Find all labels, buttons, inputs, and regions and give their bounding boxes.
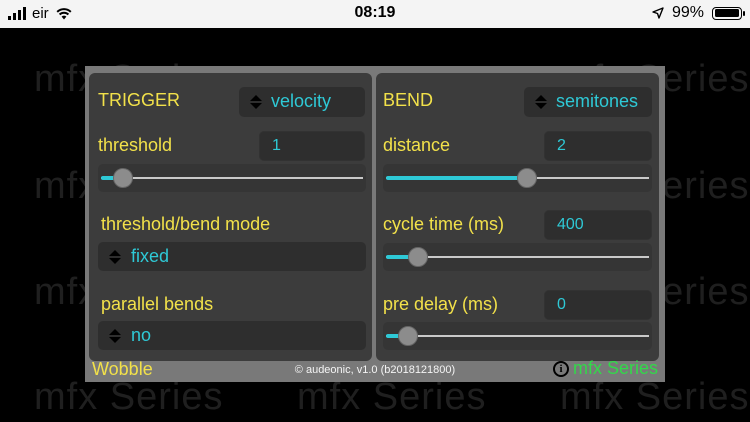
info-icon[interactable]: i — [552, 360, 569, 377]
location-arrow-icon — [652, 7, 664, 19]
bend-unit-select[interactable]: semitones — [524, 87, 652, 117]
pre-delay-label: pre delay (ms) — [383, 294, 499, 314]
brand-label[interactable]: mfx Series — [573, 358, 658, 379]
slider-track — [386, 335, 649, 337]
battery-percent: 99% — [671, 4, 704, 21]
plugin-panel: TRIGGER velocity threshold 1 threshold/b… — [85, 66, 665, 382]
parallel-bends-select[interactable]: no — [98, 321, 366, 350]
status-time: 08:19 — [354, 4, 396, 21]
footer-brand: i mfx Series — [552, 358, 658, 379]
trigger-mode-value: velocity — [271, 91, 332, 111]
watermark-text: mfx Series — [560, 376, 750, 418]
bend-unit-value: semitones — [556, 91, 639, 111]
trigger-title: TRIGGER — [98, 90, 181, 110]
threshold-field[interactable]: 1 — [259, 131, 365, 161]
up-down-arrows-icon — [535, 95, 547, 109]
distance-slider[interactable] — [383, 164, 652, 192]
pre-delay-slider[interactable] — [383, 322, 652, 350]
slider-track — [101, 177, 363, 179]
watermark-text: mfx Series — [297, 376, 487, 418]
battery-icon — [712, 6, 745, 20]
status-bar: eir 08:19 99% — [0, 0, 750, 28]
slider-knob[interactable] — [517, 168, 538, 188]
slider-fill — [386, 176, 528, 180]
up-down-arrows-icon — [109, 328, 121, 343]
watermark-text: mfx Series — [34, 376, 224, 418]
distance-label: distance — [383, 135, 451, 155]
slider-knob[interactable] — [407, 247, 428, 267]
up-down-arrows-icon — [250, 95, 262, 109]
bend-mode-value: fixed — [131, 246, 170, 266]
slider-knob[interactable] — [398, 326, 419, 346]
threshold-label: threshold — [98, 135, 173, 155]
pre-delay-field[interactable]: 0 — [544, 290, 652, 320]
bend-title: BEND — [383, 90, 434, 110]
status-right: 99% — [652, 4, 745, 22]
cycle-time-field[interactable]: 400 — [544, 210, 652, 240]
cycle-time-slider[interactable] — [383, 243, 652, 271]
parallel-bends-label: parallel bends — [101, 294, 214, 314]
bend-mode-select[interactable]: fixed — [98, 242, 366, 271]
bend-mode-label: threshold/bend mode — [101, 214, 271, 234]
threshold-slider[interactable] — [98, 164, 366, 192]
trigger-section: TRIGGER velocity threshold 1 threshold/b… — [89, 73, 372, 361]
slider-knob[interactable] — [113, 168, 134, 188]
trigger-mode-select[interactable]: velocity — [239, 87, 365, 117]
up-down-arrows-icon — [109, 249, 121, 264]
parallel-bends-value: no — [131, 325, 152, 345]
bend-section: BEND semitones distance 2 cycle time (ms… — [376, 73, 659, 361]
distance-field[interactable]: 2 — [544, 131, 652, 161]
cycle-time-label: cycle time (ms) — [383, 214, 504, 234]
